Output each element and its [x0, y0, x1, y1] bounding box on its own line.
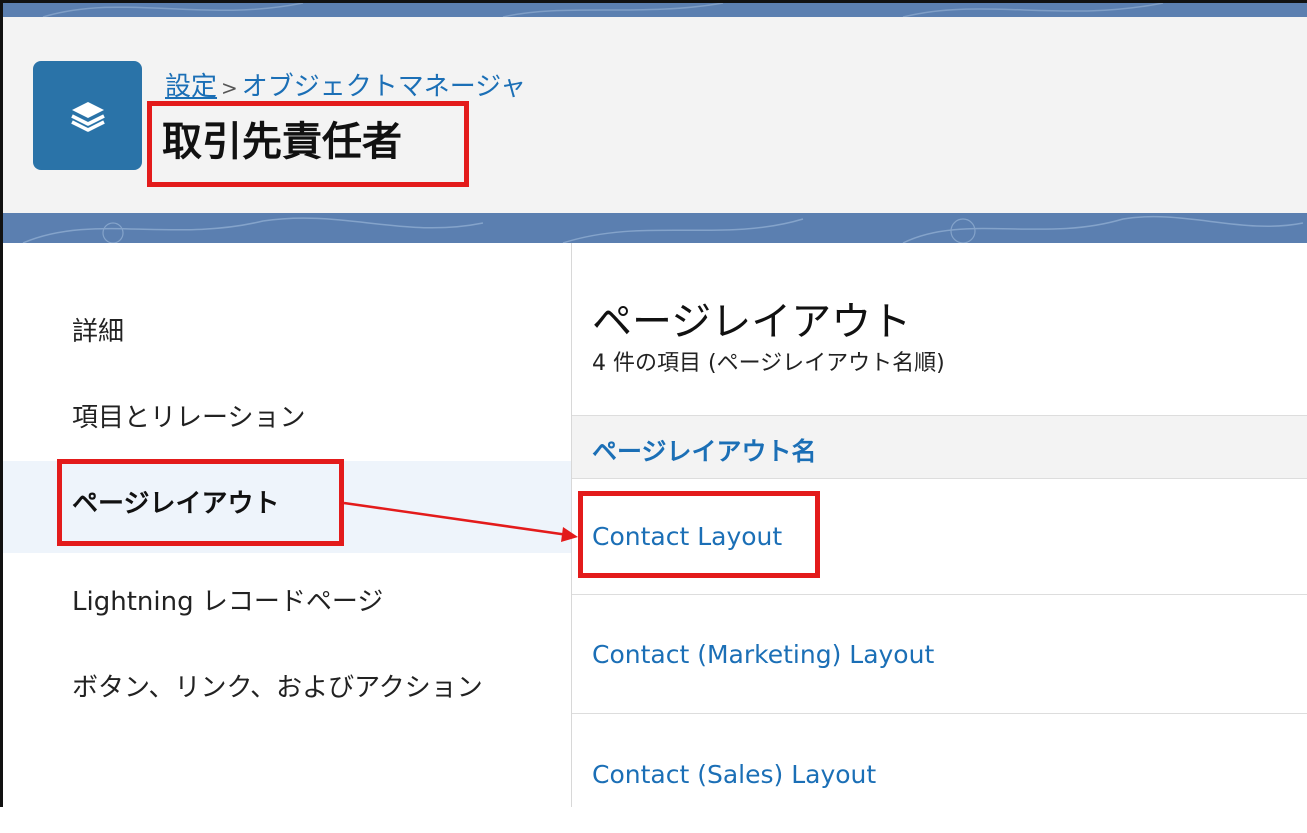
layout-link-contact-sales[interactable]: Contact (Sales) Layout	[592, 760, 876, 789]
annotation-box-sidebar-page-layouts	[57, 459, 344, 546]
sidebar-item-label: Lightning レコードページ	[72, 587, 384, 617]
column-header-page-layout-name[interactable]: ページレイアウト名	[572, 415, 1307, 479]
sidebar-item-label: ボタン、リンク、およびアクション	[72, 673, 483, 703]
section-subtitle: 4 件の項目 (ページレイアウト名順)	[592, 351, 945, 376]
layout-link-contact-marketing[interactable]: Contact (Marketing) Layout	[592, 640, 934, 669]
annotation-box-contact-layout	[578, 491, 820, 578]
breadcrumb-separator: >	[221, 76, 238, 100]
breadcrumb-object-manager-link[interactable]: オブジェクトマネージャ	[242, 72, 526, 102]
sidebar-item-details[interactable]: 詳細	[3, 311, 571, 351]
breadcrumb-setup-link[interactable]: 設定	[165, 72, 217, 102]
sidebar-item-label: 詳細	[72, 317, 125, 347]
table-row: Contact (Sales) Layout	[572, 715, 1307, 833]
sidebar-item-lightning-record-pages[interactable]: Lightning レコードページ	[3, 581, 571, 621]
breadcrumb: 設定 > オブジェクトマネージャ	[165, 66, 526, 103]
header-banner-bottom	[3, 213, 1307, 243]
table-row: Contact (Marketing) Layout	[572, 596, 1307, 714]
sidebar-item-label: 項目とリレーション	[72, 403, 306, 433]
column-header-label: ページレイアウト名	[592, 437, 817, 466]
layers-icon	[33, 61, 142, 170]
header-banner-top	[3, 3, 1307, 17]
sidebar-item-buttons-links-actions[interactable]: ボタン、リンク、およびアクション	[3, 663, 503, 753]
sidebar-item-fields-relationships[interactable]: 項目とリレーション	[3, 397, 571, 437]
section-title: ページレイアウト	[592, 299, 912, 345]
annotation-box-title	[147, 101, 469, 187]
